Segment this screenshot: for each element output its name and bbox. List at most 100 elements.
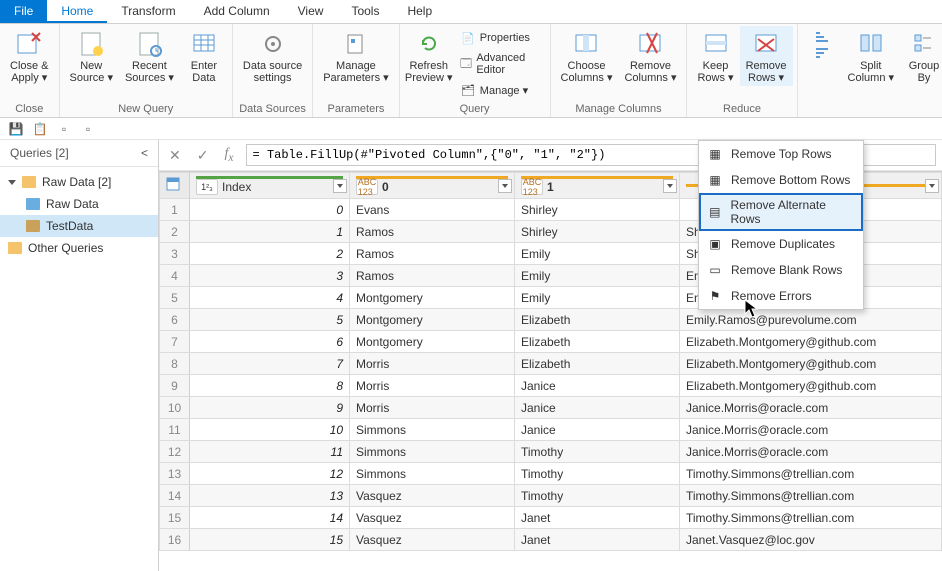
row-number[interactable]: 5 xyxy=(160,287,190,309)
menu-addcolumn[interactable]: Add Column xyxy=(190,0,284,23)
row-number[interactable]: 14 xyxy=(160,485,190,507)
menu-remove-alternate-rows[interactable]: ▤Remove Alternate Rows xyxy=(699,193,863,231)
sort-buttons[interactable] xyxy=(802,26,842,64)
table-row[interactable]: 65MontgomeryElizabethEmily.Ramos@purevol… xyxy=(160,309,942,331)
cell-c2[interactable]: Elizabeth.Montgomery@github.com xyxy=(680,353,942,375)
collapse-panel-icon[interactable]: < xyxy=(141,146,148,160)
cancel-formula-icon[interactable]: ✕ xyxy=(165,147,185,164)
row-number[interactable]: 6 xyxy=(160,309,190,331)
row-number[interactable]: 8 xyxy=(160,353,190,375)
cell-index[interactable]: 0 xyxy=(190,199,350,221)
cell-index[interactable]: 10 xyxy=(190,419,350,441)
cell-c0[interactable]: Morris xyxy=(350,397,515,419)
recent-sources-button[interactable]: Recent Sources ▾ xyxy=(119,26,180,86)
cell-c0[interactable]: Simmons xyxy=(350,463,515,485)
cell-c0[interactable]: Vasquez xyxy=(350,529,515,551)
table-row[interactable]: 98MorrisJaniceElizabeth.Montgomery@githu… xyxy=(160,375,942,397)
save-icon[interactable]: 💾 xyxy=(8,121,24,137)
keep-rows-button[interactable]: Keep Rows ▾ xyxy=(691,26,739,86)
new-source-button[interactable]: New Source ▾ xyxy=(64,26,119,86)
cell-c2[interactable]: Elizabeth.Montgomery@github.com xyxy=(680,375,942,397)
copy-icon[interactable]: 📋 xyxy=(32,121,48,137)
close-apply-button[interactable]: Close & Apply ▾ xyxy=(4,26,55,86)
refresh-preview-button[interactable]: Refresh Preview ▾ xyxy=(404,26,454,86)
menu-file[interactable]: File xyxy=(0,0,47,23)
cell-c1[interactable]: Emily xyxy=(515,243,680,265)
cell-c2[interactable]: Janet.Vasquez@loc.gov xyxy=(680,529,942,551)
cell-c2[interactable]: Timothy.Simmons@trellian.com xyxy=(680,507,942,529)
row-number[interactable]: 9 xyxy=(160,375,190,397)
cell-c1[interactable]: Timothy xyxy=(515,485,680,507)
tree-group-rawdata[interactable]: Raw Data [2] xyxy=(0,171,158,193)
table-row[interactable]: 1514VasquezJanetTimothy.Simmons@trellian… xyxy=(160,507,942,529)
row-number[interactable]: 7 xyxy=(160,331,190,353)
cell-c0[interactable]: Simmons xyxy=(350,441,515,463)
remove-rows-button[interactable]: Remove Rows ▾ xyxy=(740,26,793,86)
cell-c0[interactable]: Ramos xyxy=(350,221,515,243)
cell-c2[interactable]: Janice.Morris@oracle.com xyxy=(680,397,942,419)
tree-item-rawdata[interactable]: Raw Data xyxy=(0,193,158,215)
cell-c1[interactable]: Timothy xyxy=(515,463,680,485)
cell-c2[interactable]: Janice.Morris@oracle.com xyxy=(680,419,942,441)
menu-remove-top-rows[interactable]: ▦Remove Top Rows xyxy=(699,141,863,167)
menu-remove-errors[interactable]: ⚑Remove Errors xyxy=(699,283,863,309)
menu-home[interactable]: Home xyxy=(47,0,107,23)
cell-index[interactable]: 7 xyxy=(190,353,350,375)
cell-c0[interactable]: Simmons xyxy=(350,419,515,441)
manage-parameters-button[interactable]: Manage Parameters ▾ xyxy=(317,26,394,86)
cell-c2[interactable]: Janice.Morris@oracle.com xyxy=(680,441,942,463)
cell-index[interactable]: 4 xyxy=(190,287,350,309)
cell-c1[interactable]: Elizabeth xyxy=(515,353,680,375)
cell-index[interactable]: 3 xyxy=(190,265,350,287)
cell-c1[interactable]: Janice xyxy=(515,419,680,441)
row-number[interactable]: 13 xyxy=(160,463,190,485)
properties-button[interactable]: 📄Properties xyxy=(458,28,542,48)
cell-c1[interactable]: Janet xyxy=(515,507,680,529)
row-number[interactable]: 15 xyxy=(160,507,190,529)
table-corner-button[interactable] xyxy=(160,173,190,199)
row-number[interactable]: 10 xyxy=(160,397,190,419)
menu-remove-duplicates[interactable]: ▣Remove Duplicates xyxy=(699,231,863,257)
data-source-settings-button[interactable]: Data source settings xyxy=(237,26,308,86)
cell-c1[interactable]: Shirley xyxy=(515,199,680,221)
cell-index[interactable]: 9 xyxy=(190,397,350,419)
manage-button[interactable]: 🗂Manage ▾ xyxy=(458,80,542,100)
filter-dropdown-icon[interactable] xyxy=(925,179,939,193)
qat-icon-3[interactable]: ▫ xyxy=(56,121,72,137)
cell-c2[interactable]: Timothy.Simmons@trellian.com xyxy=(680,485,942,507)
cell-c1[interactable]: Janet xyxy=(515,529,680,551)
group-by-button[interactable]: Group By xyxy=(900,26,942,86)
cell-c0[interactable]: Montgomery xyxy=(350,331,515,353)
cell-c2[interactable]: Elizabeth.Montgomery@github.com xyxy=(680,331,942,353)
cell-c0[interactable]: Ramos xyxy=(350,265,515,287)
cell-c0[interactable]: Morris xyxy=(350,353,515,375)
cell-index[interactable]: 5 xyxy=(190,309,350,331)
fx-icon[interactable]: fx xyxy=(220,146,237,164)
cell-c0[interactable]: Vasquez xyxy=(350,507,515,529)
filter-dropdown-icon[interactable] xyxy=(333,179,347,193)
row-number[interactable]: 2 xyxy=(160,221,190,243)
menu-remove-bottom-rows[interactable]: ▦Remove Bottom Rows xyxy=(699,167,863,193)
table-row[interactable]: 1413VasquezTimothyTimothy.Simmons@trelli… xyxy=(160,485,942,507)
table-row[interactable]: 1211SimmonsTimothyJanice.Morris@oracle.c… xyxy=(160,441,942,463)
menu-remove-blank-rows[interactable]: ▭Remove Blank Rows xyxy=(699,257,863,283)
table-row[interactable]: 109MorrisJaniceJanice.Morris@oracle.com xyxy=(160,397,942,419)
column-header-1[interactable]: ABC1231 xyxy=(515,173,680,199)
table-row[interactable]: 1615VasquezJanetJanet.Vasquez@loc.gov xyxy=(160,529,942,551)
cell-index[interactable]: 14 xyxy=(190,507,350,529)
menu-view[interactable]: View xyxy=(284,0,338,23)
cell-index[interactable]: 6 xyxy=(190,331,350,353)
cell-c1[interactable]: Janice xyxy=(515,375,680,397)
menu-help[interactable]: Help xyxy=(393,0,446,23)
tree-group-other[interactable]: Other Queries xyxy=(0,237,158,259)
row-number[interactable]: 16 xyxy=(160,529,190,551)
advanced-editor-button[interactable]: 🗔Advanced Editor xyxy=(458,50,542,78)
table-row[interactable]: 1110SimmonsJaniceJanice.Morris@oracle.co… xyxy=(160,419,942,441)
table-row[interactable]: 76MontgomeryElizabethElizabeth.Montgomer… xyxy=(160,331,942,353)
menu-tools[interactable]: Tools xyxy=(337,0,393,23)
cell-c1[interactable]: Janice xyxy=(515,397,680,419)
cell-c1[interactable]: Emily xyxy=(515,265,680,287)
cell-c1[interactable]: Timothy xyxy=(515,441,680,463)
row-number[interactable]: 1 xyxy=(160,199,190,221)
column-header-index[interactable]: 1²₃Index xyxy=(190,173,350,199)
